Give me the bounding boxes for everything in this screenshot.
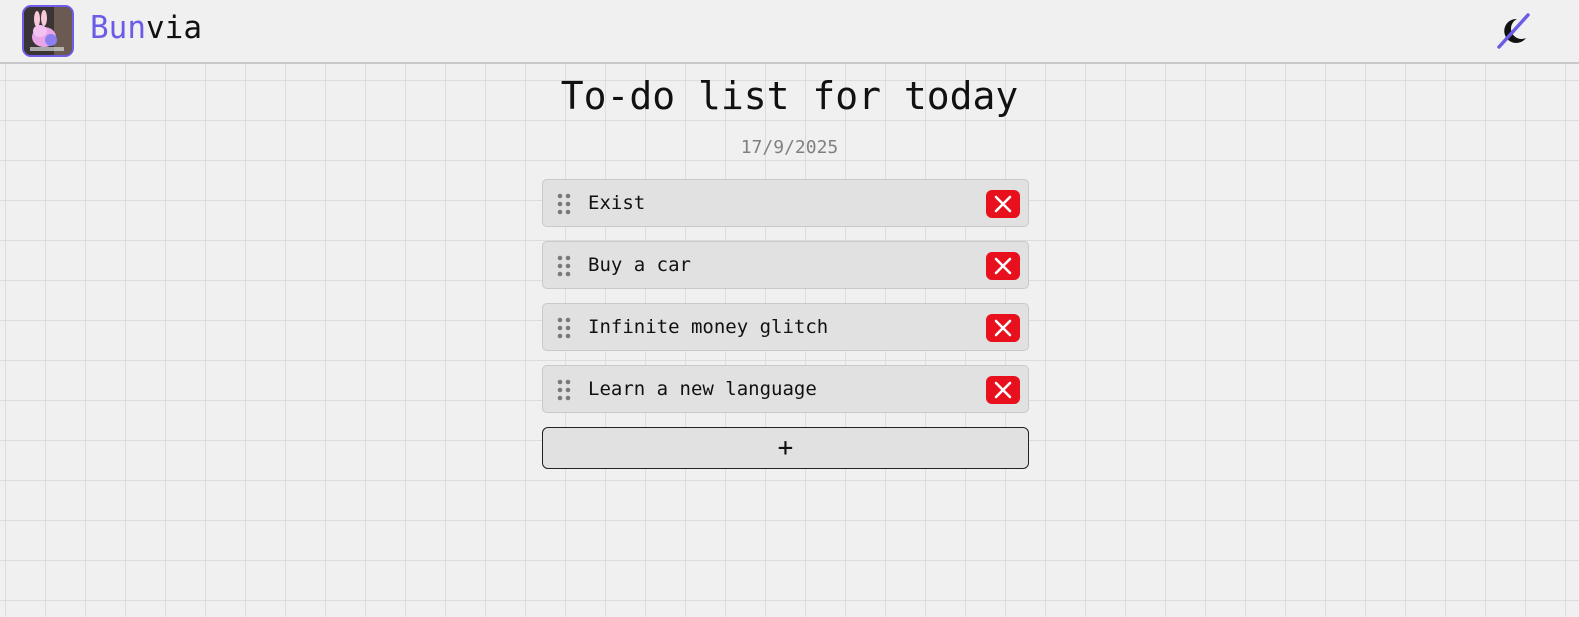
drag-handle-icon[interactable] [557, 255, 571, 277]
todo-item[interactable]: Learn a new language [542, 365, 1029, 413]
todo-item[interactable]: Infinite money glitch [542, 303, 1029, 351]
moon-slashed-icon [1497, 13, 1530, 49]
todo-item-label: Buy a car [588, 254, 691, 276]
bunny-avatar-icon[interactable] [22, 5, 74, 57]
drag-handle-icon[interactable] [557, 317, 571, 339]
close-icon [994, 257, 1012, 275]
top-bar: Bunvia [0, 0, 1579, 64]
todo-item[interactable]: Exist [542, 179, 1029, 227]
drag-handle-icon[interactable] [557, 193, 571, 215]
add-item-button[interactable]: + [542, 427, 1029, 469]
close-icon [994, 319, 1012, 337]
todo-list: Exist Buy a car Infinite money glitch Le… [542, 179, 1029, 427]
drag-handle-icon[interactable] [557, 379, 571, 401]
todo-item-label: Learn a new language [588, 378, 817, 400]
brand-part-2: via [146, 10, 202, 46]
close-icon [994, 195, 1012, 213]
brand-part-1: Bun [90, 10, 146, 46]
theme-toggle-button[interactable] [1496, 13, 1532, 49]
page-title: To-do list for today [560, 74, 1019, 118]
todo-item-label: Exist [588, 192, 646, 214]
date-label: 17/9/2025 [740, 137, 839, 158]
delete-button[interactable] [986, 252, 1020, 280]
todo-item-label: Infinite money glitch [588, 316, 829, 338]
todo-item[interactable]: Buy a car [542, 241, 1029, 289]
delete-button[interactable] [986, 376, 1020, 404]
delete-button[interactable] [986, 314, 1020, 342]
brand-name: Bunvia [90, 10, 202, 46]
delete-button[interactable] [986, 190, 1020, 218]
close-icon [994, 381, 1012, 399]
